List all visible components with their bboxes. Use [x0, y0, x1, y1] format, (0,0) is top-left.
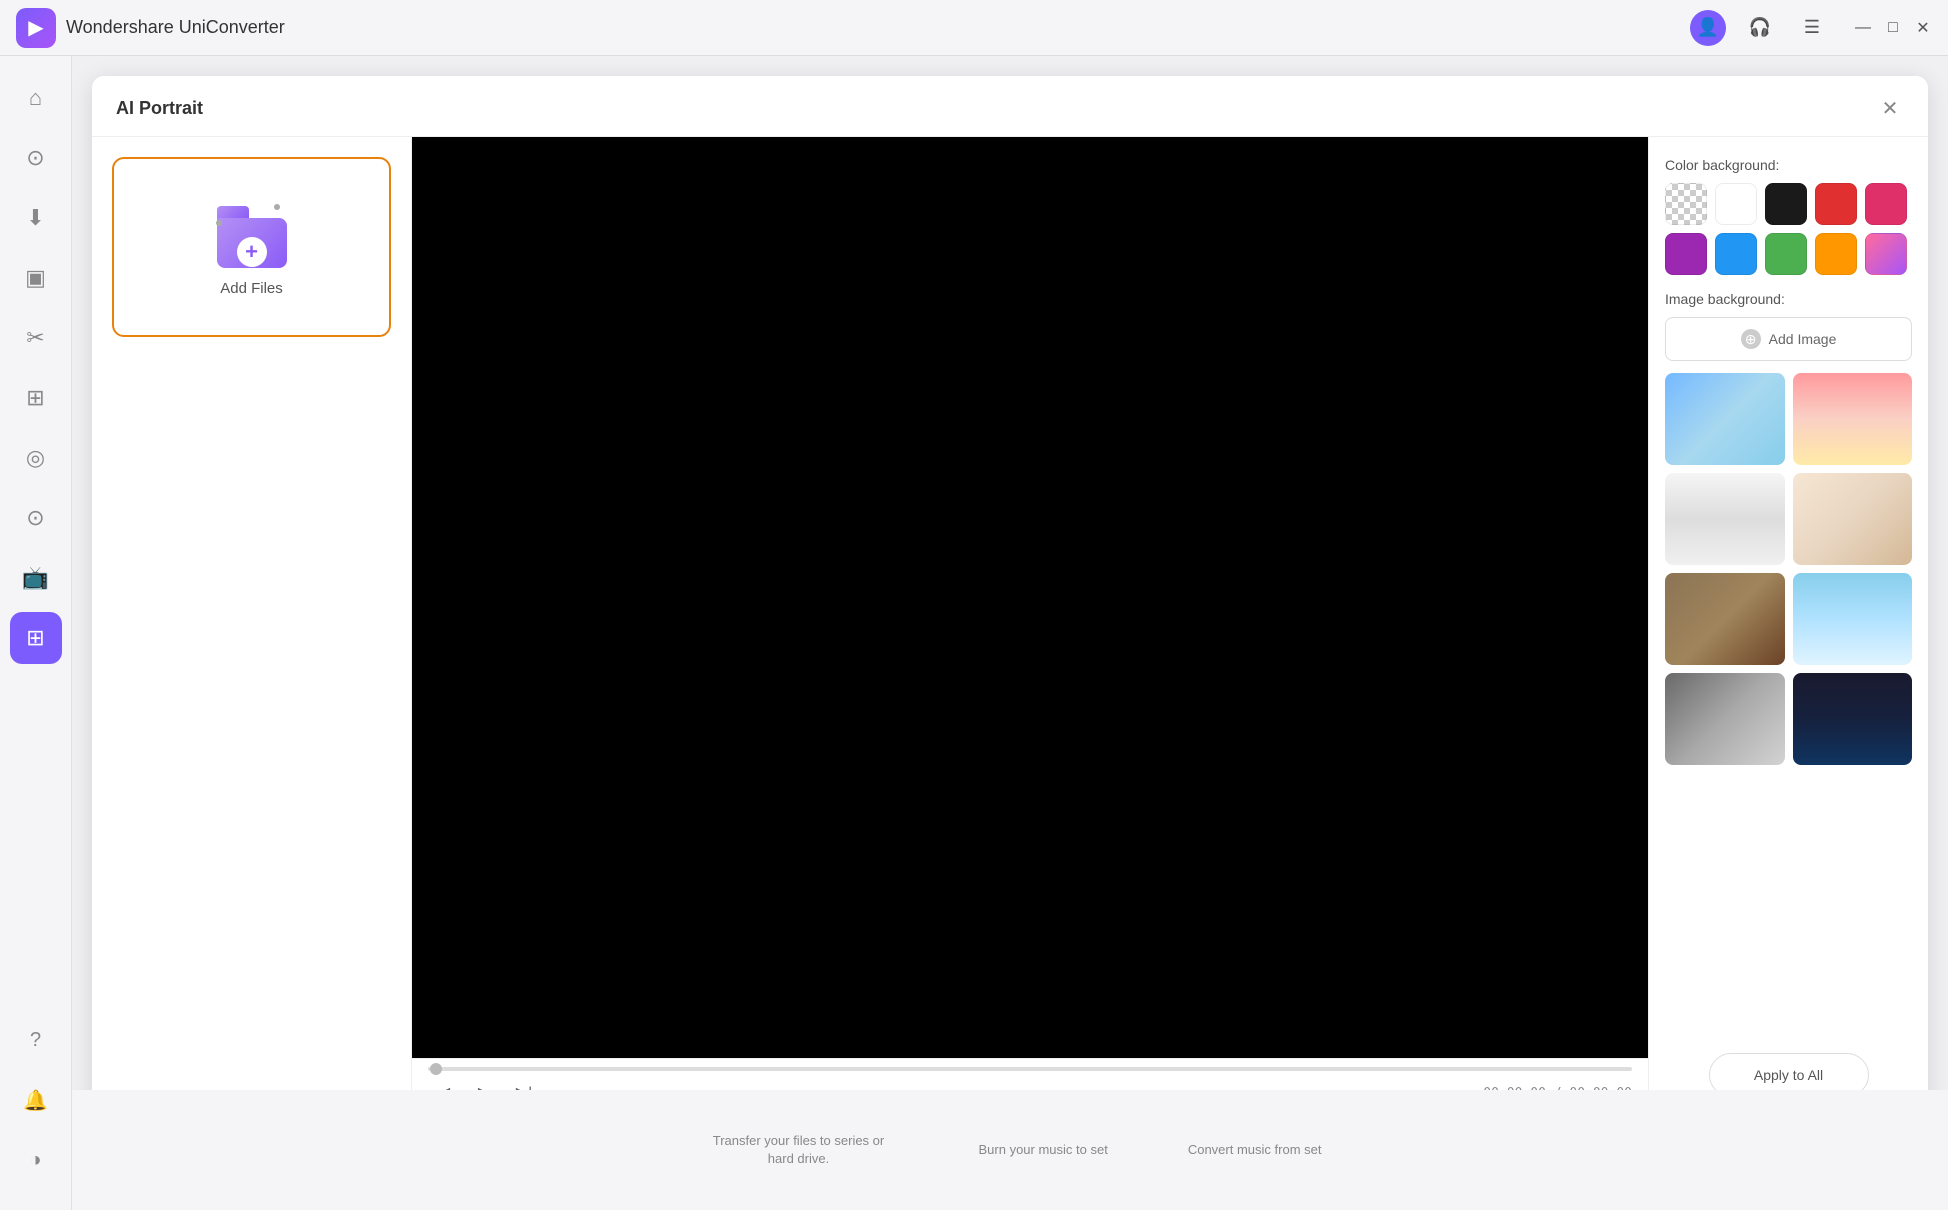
add-files-icon: +	[212, 198, 292, 268]
sidebar-item-home[interactable]: ⌂	[10, 72, 62, 124]
image-background-section: Image background: ⊕ Add Image	[1665, 291, 1912, 765]
menu-button[interactable]: ☰	[1794, 10, 1830, 46]
sidebar-bottom: ? 🔔 ◑	[10, 1014, 62, 1194]
dialog-title: AI Portrait	[116, 98, 203, 119]
sidebar-item-screen[interactable]: 📺	[10, 552, 62, 604]
sidebar-item-tools[interactable]: ⊞	[10, 612, 62, 664]
sidebar-item-convert[interactable]: ⊙	[10, 132, 62, 184]
file-panel: + Add Files	[92, 137, 412, 1117]
color-background-label: Color background:	[1665, 157, 1912, 173]
bottom-card-3: Convert music from set	[1188, 1141, 1322, 1159]
main-layout: ⌂ ⊙ ⬇ ▣ ✂ ⊞ ◎ ⊙ 📺 ⊞ ? 🔔 ◑ AI Portrait ✕	[0, 56, 1948, 1210]
sidebar-notifications[interactable]: 🔔	[10, 1074, 62, 1126]
color-swatch-transparent[interactable]	[1665, 183, 1707, 225]
add-image-label: Add Image	[1769, 331, 1837, 347]
add-image-button[interactable]: ⊕ Add Image	[1665, 317, 1912, 361]
image-thumb-5[interactable]	[1665, 573, 1785, 665]
support-button[interactable]: 🎧	[1742, 10, 1778, 46]
image-thumbnails-grid	[1665, 373, 1912, 765]
image-background-label: Image background:	[1665, 291, 1912, 307]
image-thumb-8[interactable]	[1793, 673, 1913, 765]
image-thumb-4[interactable]	[1793, 473, 1913, 565]
sidebar-item-merge[interactable]: ⊞	[10, 372, 62, 424]
bottom-card-1: Transfer your files to series or hard dr…	[699, 1132, 899, 1168]
bottom-content: Transfer your files to series or hard dr…	[72, 1090, 1948, 1210]
progress-bar[interactable]	[428, 1067, 1632, 1071]
title-bar: ▶ Wondershare UniConverter 👤 🎧 ☰ — □ ✕	[0, 0, 1948, 56]
add-files-label: Add Files	[220, 280, 283, 297]
preview-area: ◀ ▶ ▶| 00:00:00 / 00:00:00	[412, 137, 1648, 1117]
color-swatch-white[interactable]	[1715, 183, 1757, 225]
image-thumb-1[interactable]	[1665, 373, 1785, 465]
sidebar-help[interactable]: ?	[10, 1014, 62, 1066]
bottom-card-2: Burn your music to set	[979, 1141, 1108, 1159]
ai-portrait-dialog: AI Portrait ✕ +	[92, 76, 1928, 1190]
color-swatch-gradient[interactable]	[1865, 233, 1907, 275]
color-swatch-blue[interactable]	[1715, 233, 1757, 275]
right-panel: Color background:	[1648, 137, 1928, 1117]
dot-decoration-2	[216, 220, 222, 226]
dialog-header: AI Portrait ✕	[92, 76, 1928, 137]
color-swatch-pink[interactable]	[1865, 183, 1907, 225]
title-bar-controls: 👤 🎧 ☰ — □ ✕	[1690, 10, 1932, 46]
sidebar-item-portrait[interactable]: ⊙	[10, 492, 62, 544]
sidebar-item-download[interactable]: ⬇	[10, 192, 62, 244]
image-thumb-3[interactable]	[1665, 473, 1785, 565]
close-window-button[interactable]: ✕	[1914, 19, 1932, 37]
minimize-button[interactable]: —	[1854, 19, 1872, 37]
sidebar-item-effects[interactable]: ◎	[10, 432, 62, 484]
image-thumb-6[interactable]	[1793, 573, 1913, 665]
color-swatch-purple[interactable]	[1665, 233, 1707, 275]
color-swatch-black[interactable]	[1765, 183, 1807, 225]
color-swatch-orange[interactable]	[1815, 233, 1857, 275]
add-files-card[interactable]: + Add Files	[112, 157, 391, 337]
color-swatches-grid	[1665, 183, 1912, 275]
image-thumb-2[interactable]	[1793, 373, 1913, 465]
sidebar: ⌂ ⊙ ⬇ ▣ ✂ ⊞ ◎ ⊙ 📺 ⊞ ? 🔔 ◑	[0, 56, 72, 1210]
plus-circle-icon: ⊕	[1741, 329, 1761, 349]
progress-handle[interactable]	[430, 1063, 442, 1075]
sidebar-item-trim[interactable]: ✂	[10, 312, 62, 364]
dialog-close-button[interactable]: ✕	[1876, 94, 1904, 122]
content-area: AI Portrait ✕ +	[72, 56, 1948, 1210]
color-swatch-red[interactable]	[1815, 183, 1857, 225]
video-preview	[412, 137, 1648, 1058]
dot-decoration-1	[274, 204, 280, 210]
logo-icon: ▶	[28, 15, 43, 40]
color-swatch-green[interactable]	[1765, 233, 1807, 275]
profile-button[interactable]: 👤	[1690, 10, 1726, 46]
maximize-button[interactable]: □	[1884, 19, 1902, 37]
sidebar-settings[interactable]: ◑	[10, 1134, 62, 1186]
app-logo: ▶	[16, 8, 56, 48]
folder-plus-icon: +	[237, 237, 267, 267]
color-background-section: Color background:	[1665, 157, 1912, 275]
dialog-body: + Add Files	[92, 137, 1928, 1117]
window-controls: — □ ✕	[1854, 19, 1932, 37]
image-thumb-7[interactable]	[1665, 673, 1785, 765]
folder-tab	[217, 206, 249, 218]
folder-body: +	[217, 218, 287, 268]
app-title: Wondershare UniConverter	[66, 17, 1690, 38]
sidebar-item-editor[interactable]: ▣	[10, 252, 62, 304]
